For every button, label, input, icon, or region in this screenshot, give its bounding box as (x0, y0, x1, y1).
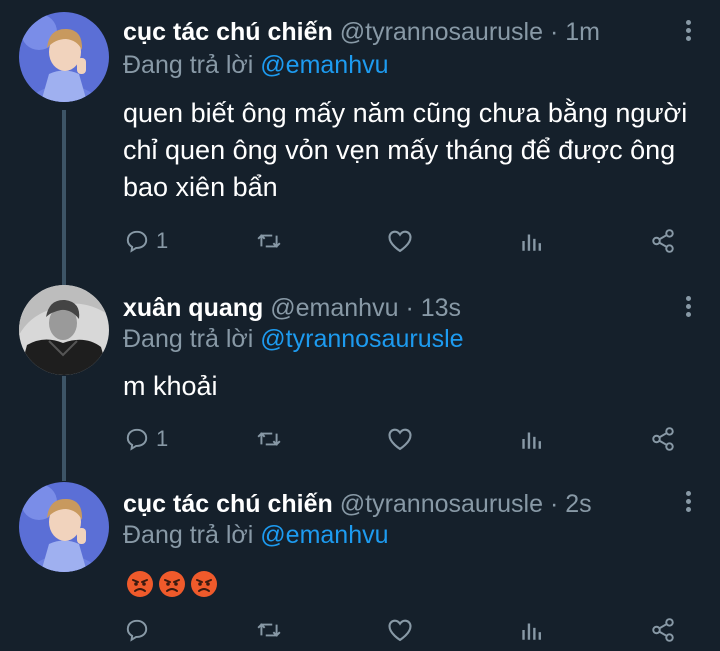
like-button[interactable] (386, 225, 414, 257)
tweet-header: cục tác chú chiến @tyrannosaurusle · 1m (123, 17, 600, 47)
tweet-header: xuân quang @emanhvu · 13s (123, 293, 461, 323)
separator: · (549, 18, 559, 46)
avatar[interactable] (19, 482, 109, 572)
separator: · (405, 294, 414, 322)
timestamp[interactable]: 2s (565, 490, 591, 518)
tweet-3[interactable]: cục tác chú chiến @tyrannosaurusle · 2s … (0, 470, 720, 651)
share-icon (652, 229, 674, 253)
tweet-text-line: m khoải (123, 371, 218, 401)
retweet-button[interactable] (256, 423, 282, 455)
user-handle[interactable]: @emanhvu (270, 294, 398, 322)
reply-mention[interactable]: @emanhvu (260, 521, 388, 549)
share-icon (652, 427, 674, 451)
reply-icon (126, 619, 148, 642)
user-handle[interactable]: @tyrannosaurusle (340, 18, 543, 46)
reply-button[interactable]: 1 (124, 225, 168, 257)
reply-icon (126, 230, 148, 253)
tweet-text (126, 564, 696, 601)
avatar[interactable] (19, 12, 109, 102)
stats-icon (522, 234, 541, 251)
heart-icon (388, 619, 412, 642)
retweet-button[interactable] (256, 614, 282, 646)
tweet-text-line: chỉ quen ông vỏn vẹn mấy tháng để được ô… (123, 135, 676, 165)
reply-icon (126, 428, 148, 451)
user-handle[interactable]: @tyrannosaurusle (340, 490, 543, 518)
stats-icon (522, 432, 541, 449)
more-options-icon[interactable] (684, 296, 692, 318)
share-button[interactable] (650, 423, 676, 455)
retweet-icon (257, 234, 281, 248)
tweet-text: m khoải (123, 368, 693, 405)
view-stats-button[interactable] (518, 614, 544, 646)
tweet-text-line: bao xiên bẩn (123, 172, 278, 202)
reply-button[interactable]: 1 (124, 423, 168, 455)
tweet-2[interactable]: xuân quang @emanhvu · 13s Đang trả lời @… (0, 270, 720, 470)
replying-to: Đang trả lời @emanhvu (123, 520, 389, 550)
reply-prefix: Đang trả lời (123, 51, 254, 79)
heart-icon (388, 230, 412, 253)
timestamp[interactable]: 13s (421, 294, 461, 322)
tweet-text: quen biết ông mấy năm cũng chưa bằng ngư… (123, 95, 693, 206)
angry-face-icon (127, 570, 153, 597)
replying-to: Đang trả lời @tyrannosaurusle (123, 324, 464, 354)
display-name[interactable]: cục tác chú chiến (123, 490, 333, 518)
more-options-icon[interactable] (684, 491, 692, 513)
reply-mention[interactable]: @emanhvu (260, 51, 388, 79)
retweet-button[interactable] (256, 225, 282, 257)
timestamp[interactable]: 1m (565, 18, 600, 46)
view-stats-button[interactable] (518, 423, 544, 455)
share-button[interactable] (650, 614, 676, 646)
display-name[interactable]: xuân quang (123, 294, 263, 322)
tweet-header: cục tác chú chiến @tyrannosaurusle · 2s (123, 489, 592, 519)
angry-face-icon (191, 570, 217, 597)
tweet-1[interactable]: cục tác chú chiến @tyrannosaurusle · 1m … (0, 0, 720, 270)
avatar[interactable] (19, 285, 109, 375)
reply-count: 1 (156, 426, 169, 451)
like-button[interactable] (386, 423, 414, 455)
retweet-icon (257, 432, 281, 446)
like-button[interactable] (386, 614, 414, 646)
tweet-text-line: quen biết ông mấy năm cũng chưa bằng ngư… (123, 98, 688, 128)
heart-icon (388, 428, 412, 451)
tweet-actions: 1 (118, 225, 698, 257)
angry-face-icon (159, 570, 185, 597)
share-button[interactable] (650, 225, 676, 257)
reply-prefix: Đang trả lời (123, 521, 254, 549)
stats-icon (522, 623, 541, 640)
replying-to: Đang trả lời @emanhvu (123, 50, 389, 80)
more-options-icon[interactable] (684, 20, 692, 42)
tweet-actions: 1 (118, 423, 698, 455)
reply-button[interactable] (124, 614, 150, 646)
reply-prefix: Đang trả lời (123, 325, 254, 353)
share-icon (652, 618, 674, 642)
display-name[interactable]: cục tác chú chiến (123, 18, 333, 46)
tweet-actions (118, 614, 698, 646)
separator: · (549, 490, 559, 518)
reply-count: 1 (156, 228, 169, 253)
retweet-icon (257, 623, 281, 637)
reply-mention[interactable]: @tyrannosaurusle (260, 325, 463, 353)
view-stats-button[interactable] (518, 225, 544, 257)
